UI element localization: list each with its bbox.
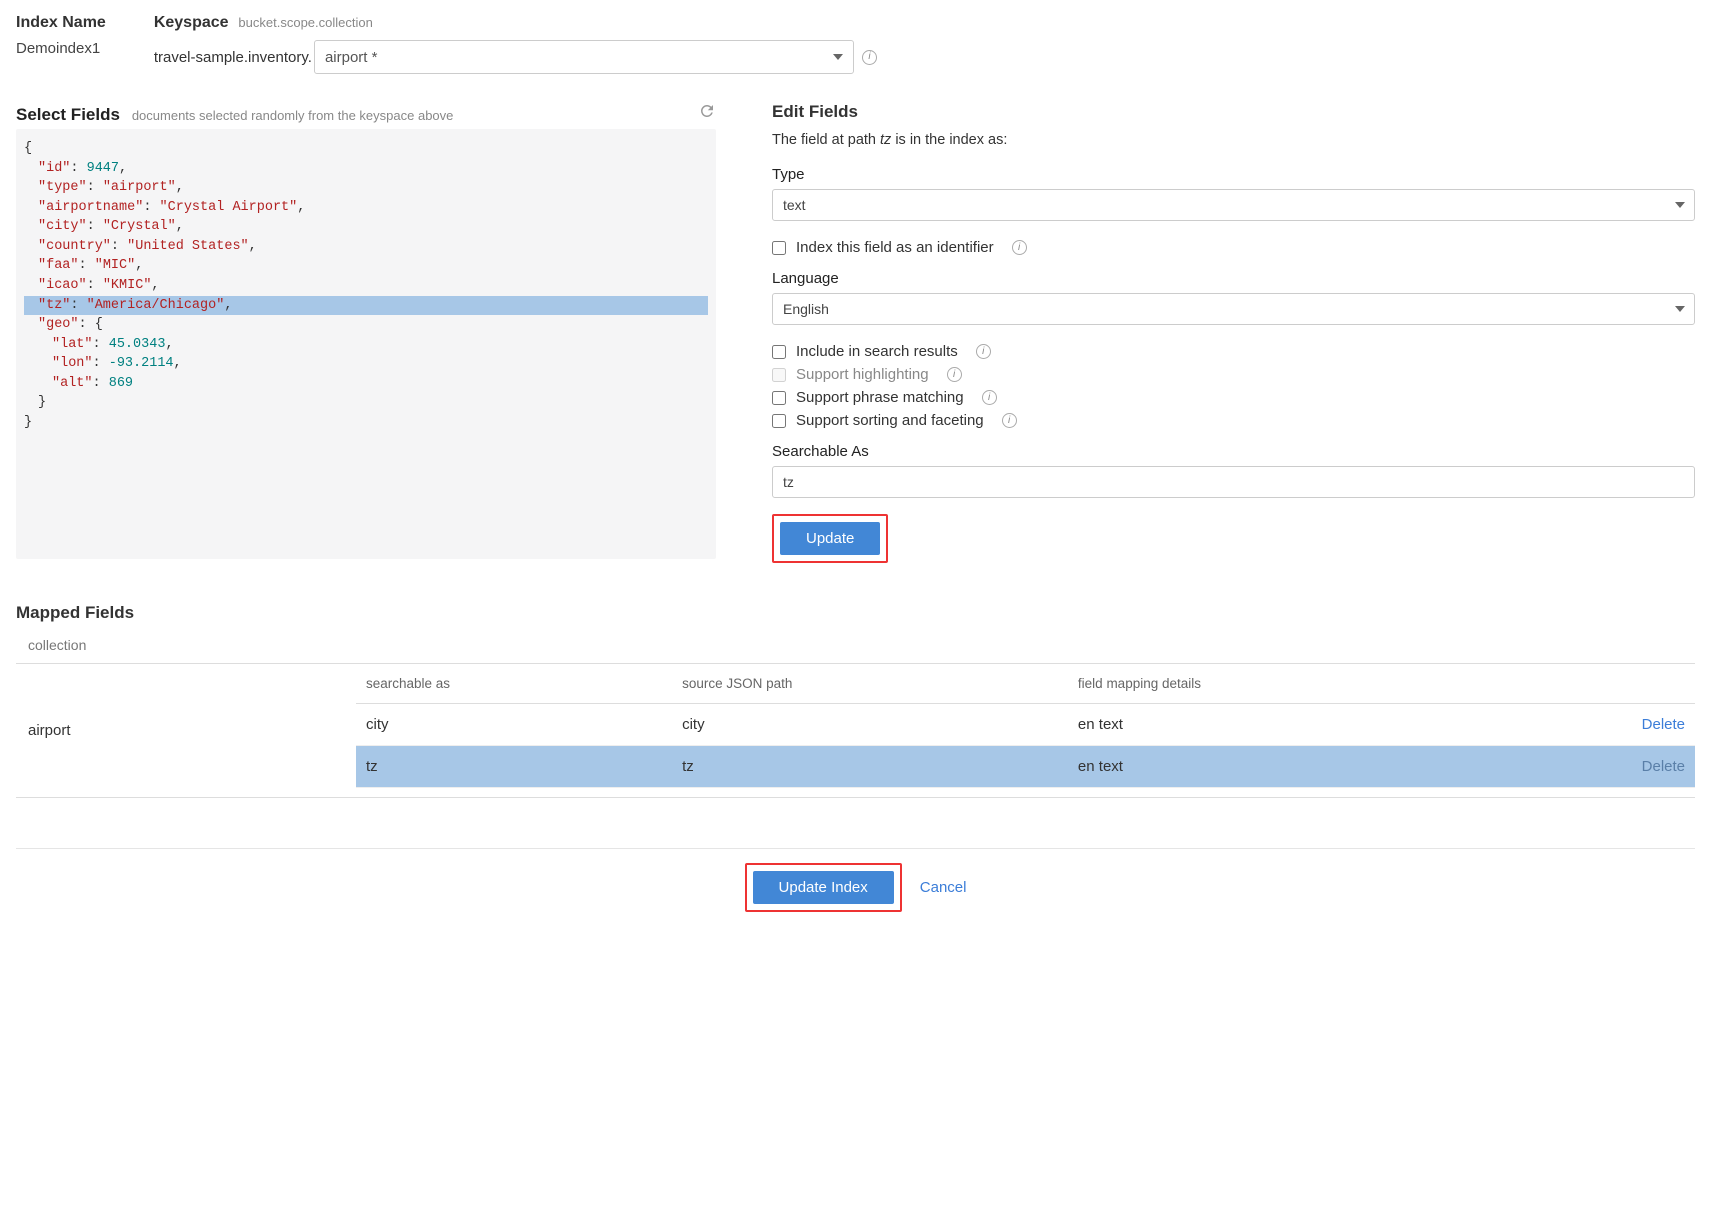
info-icon[interactable]: i [1012, 240, 1027, 255]
keyspace-collection-select[interactable]: airport * [314, 40, 854, 74]
cancel-link[interactable]: Cancel [920, 879, 967, 896]
type-select[interactable]: text [772, 189, 1695, 221]
update-index-button[interactable]: Update Index [753, 871, 894, 904]
json-preview[interactable]: { "id": 9447, "type": "airport", "airpor… [16, 129, 716, 559]
include-results-checkbox[interactable] [772, 345, 786, 359]
col-mapping-details: field mapping details [1068, 664, 1503, 704]
keyspace-selected-value: airport * [325, 49, 378, 66]
type-label: Type [772, 166, 1695, 183]
collection-column-label: collection [16, 633, 1695, 664]
searchable-as-label: Searchable As [772, 443, 1695, 460]
delete-link[interactable]: Delete [1513, 716, 1685, 733]
chevron-down-icon [833, 54, 843, 60]
select-fields-panel: Select Fields documents selected randoml… [16, 102, 716, 563]
mapped-collection-value: airport [16, 664, 356, 797]
edit-fields-panel: Edit Fields The field at path tz is in t… [772, 102, 1695, 563]
table-row[interactable]: tz tz en text Delete [356, 746, 1695, 788]
sort-facet-checkbox[interactable] [772, 414, 786, 428]
phrase-checkbox[interactable] [772, 391, 786, 405]
keyspace-hint: bucket.scope.collection [238, 15, 372, 30]
select-fields-subtitle: documents selected randomly from the key… [132, 108, 454, 123]
highlighting-label: Support highlighting [796, 366, 929, 383]
info-icon[interactable]: i [947, 367, 962, 382]
col-searchable-as: searchable as [356, 664, 672, 704]
col-source-path: source JSON path [672, 664, 1068, 704]
select-fields-title: Select Fields [16, 105, 120, 124]
info-icon[interactable]: i [982, 390, 997, 405]
language-label: Language [772, 270, 1695, 287]
highlighting-checkbox [772, 368, 786, 382]
keyspace-block: Keyspace bucket.scope.collection travel-… [154, 14, 1695, 74]
info-icon[interactable]: i [862, 50, 877, 65]
mapped-fields-section: Mapped Fields collection airport searcha… [16, 603, 1695, 798]
info-icon[interactable]: i [976, 344, 991, 359]
refresh-icon[interactable] [698, 102, 716, 120]
include-results-label: Include in search results [796, 343, 958, 360]
header-row: Index Name Demoindex1 Keyspace bucket.sc… [16, 14, 1695, 74]
index-name-value: Demoindex1 [16, 40, 106, 57]
info-icon[interactable]: i [1002, 413, 1017, 428]
edit-fields-description: The field at path tz is in the index as: [772, 132, 1695, 148]
sort-facet-label: Support sorting and faceting [796, 412, 984, 429]
index-name-block: Index Name Demoindex1 [16, 14, 106, 74]
delete-link[interactable]: Delete [1513, 758, 1685, 775]
update-button[interactable]: Update [780, 522, 880, 555]
mapped-fields-title: Mapped Fields [16, 603, 1695, 623]
index-name-label: Index Name [16, 14, 106, 32]
edit-fields-title: Edit Fields [772, 102, 1695, 122]
phrase-label: Support phrase matching [796, 389, 964, 406]
highlight-box: Update Index [745, 863, 902, 912]
keyspace-label: Keyspace [154, 14, 229, 31]
highlight-box: Update [772, 514, 888, 563]
identifier-label: Index this field as an identifier [796, 239, 994, 256]
json-highlighted-line[interactable]: "tz": "America/Chicago", [24, 296, 708, 316]
keyspace-prefix: travel-sample.inventory. [154, 49, 312, 66]
table-row[interactable]: city city en text Delete [356, 704, 1695, 746]
mapped-fields-table: searchable as source JSON path field map… [356, 664, 1695, 797]
searchable-as-input[interactable] [772, 466, 1695, 498]
footer-bar: Update Index Cancel [16, 848, 1695, 930]
language-select[interactable]: English [772, 293, 1695, 325]
identifier-checkbox[interactable] [772, 241, 786, 255]
